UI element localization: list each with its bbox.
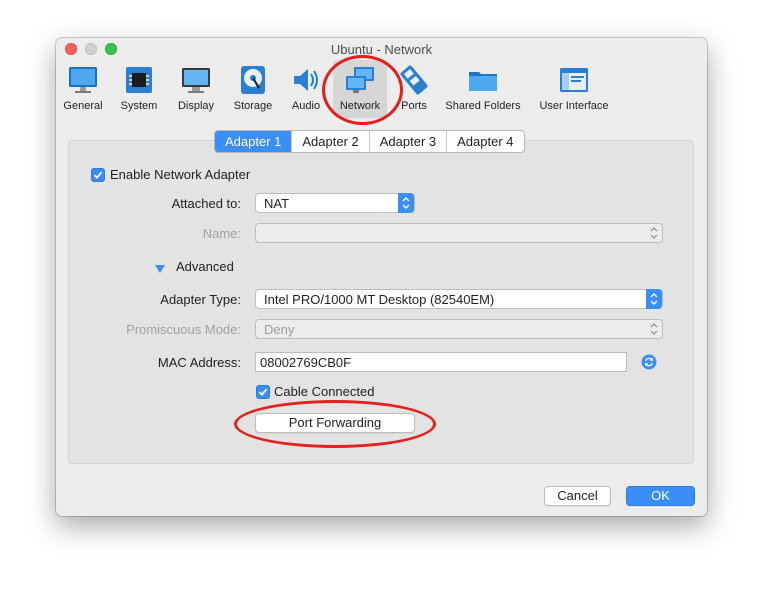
- name-label: Name:: [202, 226, 241, 241]
- disclosure-triangle-icon[interactable]: [155, 262, 165, 277]
- disk-icon: [237, 64, 269, 96]
- toolbar-ports-label: Ports: [401, 100, 427, 112]
- refresh-mac-icon[interactable]: [641, 354, 657, 373]
- cable-connected-label: Cable Connected: [274, 384, 375, 399]
- toolbar-user-interface[interactable]: User Interface: [534, 60, 614, 118]
- toolbar-audio[interactable]: Audio: [284, 60, 328, 118]
- monitor-icon: [67, 64, 99, 96]
- enable-adapter-checkbox[interactable]: [91, 168, 105, 182]
- advanced-label[interactable]: Advanced: [176, 259, 234, 274]
- chevron-updown-icon: [646, 223, 662, 243]
- cable-connected-checkbox[interactable]: [256, 385, 270, 399]
- toolbar-shared-folders[interactable]: Shared Folders: [442, 60, 524, 118]
- window-title: Ubuntu - Network: [330, 42, 433, 57]
- toolbar-ports[interactable]: Ports: [392, 60, 436, 118]
- toolbar-network[interactable]: Network: [333, 60, 387, 118]
- ok-button[interactable]: OK: [626, 486, 695, 506]
- tab-adapter-4[interactable]: Adapter 4: [446, 131, 523, 152]
- port-forwarding-button[interactable]: Port Forwarding: [255, 413, 415, 433]
- adapter-type-value: Intel PRO/1000 MT Desktop (82540EM): [264, 292, 495, 307]
- settings-toolbar: General System Display Storage Audio Net…: [56, 60, 707, 118]
- adapter-settings-panel: Enable Network Adapter Attached to: NAT …: [68, 140, 694, 464]
- mac-address-value: 08002769CB0F: [260, 355, 352, 370]
- toolbar-shared-folders-label: Shared Folders: [445, 100, 521, 112]
- title-bar[interactable]: Ubuntu - Network: [56, 38, 707, 60]
- tab-adapter-3[interactable]: Adapter 3: [368, 131, 446, 152]
- toolbar-audio-label: Audio: [291, 100, 321, 112]
- attached-to-value: NAT: [264, 196, 290, 211]
- toolbar-user-interface-label: User Interface: [539, 100, 609, 112]
- adapter-type-label: Adapter Type:: [160, 292, 241, 307]
- speaker-icon: [290, 64, 322, 96]
- attached-to-label: Attached to:: [171, 196, 241, 211]
- folder-icon: [467, 64, 499, 96]
- toolbar-network-label: Network: [339, 100, 381, 112]
- attached-to-select[interactable]: NAT: [255, 193, 415, 213]
- display-icon: [180, 64, 212, 96]
- ports-icon: [398, 64, 430, 96]
- chevron-updown-icon: [398, 193, 414, 213]
- promiscuous-mode-label: Promiscuous Mode:: [126, 322, 241, 337]
- adapter-type-select[interactable]: Intel PRO/1000 MT Desktop (82540EM): [255, 289, 663, 309]
- cancel-button[interactable]: Cancel: [544, 486, 611, 506]
- mac-address-field[interactable]: 08002769CB0F: [255, 352, 627, 372]
- chevron-updown-icon: [646, 289, 662, 309]
- promiscuous-mode-value: Deny: [264, 322, 295, 337]
- toolbar-system-label: System: [120, 100, 158, 112]
- ui-window-icon: [558, 64, 590, 96]
- promiscuous-mode-select[interactable]: Deny: [255, 319, 663, 339]
- toolbar-general-label: General: [63, 100, 103, 112]
- name-select[interactable]: [255, 223, 663, 243]
- adapter-tabs: Adapter 1 Adapter 2 Adapter 3 Adapter 4: [214, 130, 525, 153]
- toolbar-display-label: Display: [177, 100, 215, 112]
- tab-adapter-1[interactable]: Adapter 1: [215, 131, 292, 152]
- network-settings-window: Ubuntu - Network General System Display: [56, 38, 707, 516]
- tab-adapter-2[interactable]: Adapter 2: [291, 131, 368, 152]
- mac-address-label: MAC Address:: [157, 355, 241, 370]
- enable-adapter-label: Enable Network Adapter: [110, 167, 251, 182]
- toolbar-display[interactable]: Display: [172, 60, 220, 118]
- chevron-updown-icon: [646, 319, 662, 339]
- toolbar-system[interactable]: System: [116, 60, 162, 118]
- checkmark-icon: [93, 171, 103, 179]
- toolbar-general[interactable]: General: [60, 60, 106, 118]
- network-icon: [344, 64, 376, 96]
- toolbar-storage-label: Storage: [233, 100, 273, 112]
- checkmark-icon: [258, 388, 268, 396]
- chip-icon: [123, 64, 155, 96]
- toolbar-storage[interactable]: Storage: [230, 60, 276, 118]
